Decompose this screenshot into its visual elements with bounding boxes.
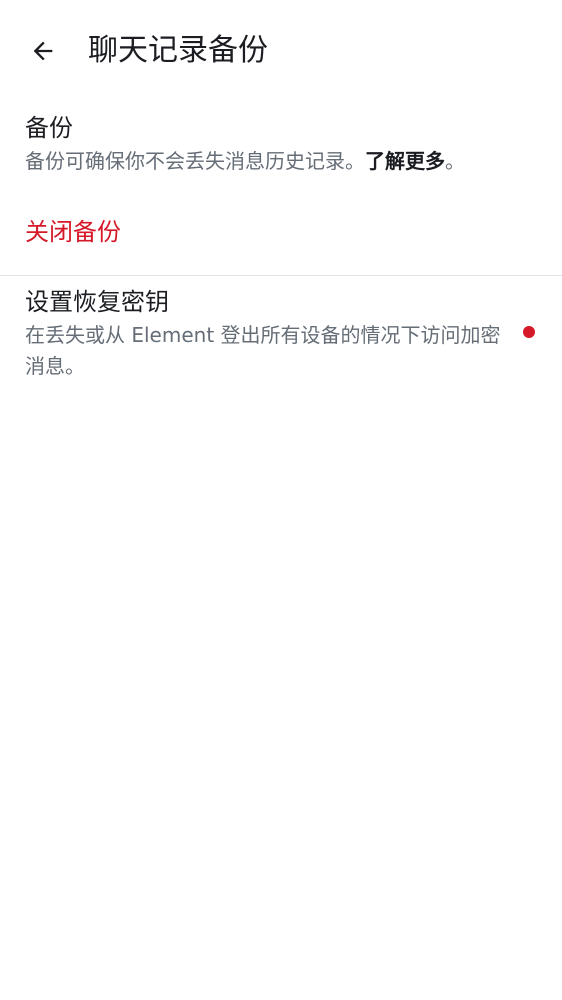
learn-more-link[interactable]: 了解更多: [365, 149, 445, 173]
section-divider: [0, 275, 562, 276]
backup-description: 备份可确保你不会丢失消息历史记录。了解更多。: [25, 146, 545, 177]
backup-title: 备份: [25, 114, 73, 142]
arrow-left-icon: [33, 41, 53, 61]
recovery-text-block: 设置恢复密钥 在丢失或从 Element 登出所有设备的情况下访问加密消息。: [25, 284, 503, 382]
backup-section: 备份 备份可确保你不会丢失消息历史记录。了解更多。: [25, 110, 545, 177]
recovery-description: 在丢失或从 Element 登出所有设备的情况下访问加密消息。: [25, 323, 501, 378]
setup-recovery-key-item[interactable]: 设置恢复密钥 在丢失或从 Element 登出所有设备的情况下访问加密消息。: [0, 284, 562, 388]
recovery-title: 设置恢复密钥: [25, 288, 169, 316]
backup-description-text: 备份可确保你不会丢失消息历史记录。: [25, 149, 365, 173]
top-app-bar: 聊天记录备份: [0, 0, 562, 104]
red-dot-icon: [523, 326, 535, 338]
turn-off-backup-button[interactable]: 关闭备份: [25, 214, 121, 250]
backup-description-suffix: 。: [445, 149, 465, 173]
page-title: 聊天记录备份: [88, 33, 268, 68]
back-button[interactable]: [20, 28, 66, 74]
